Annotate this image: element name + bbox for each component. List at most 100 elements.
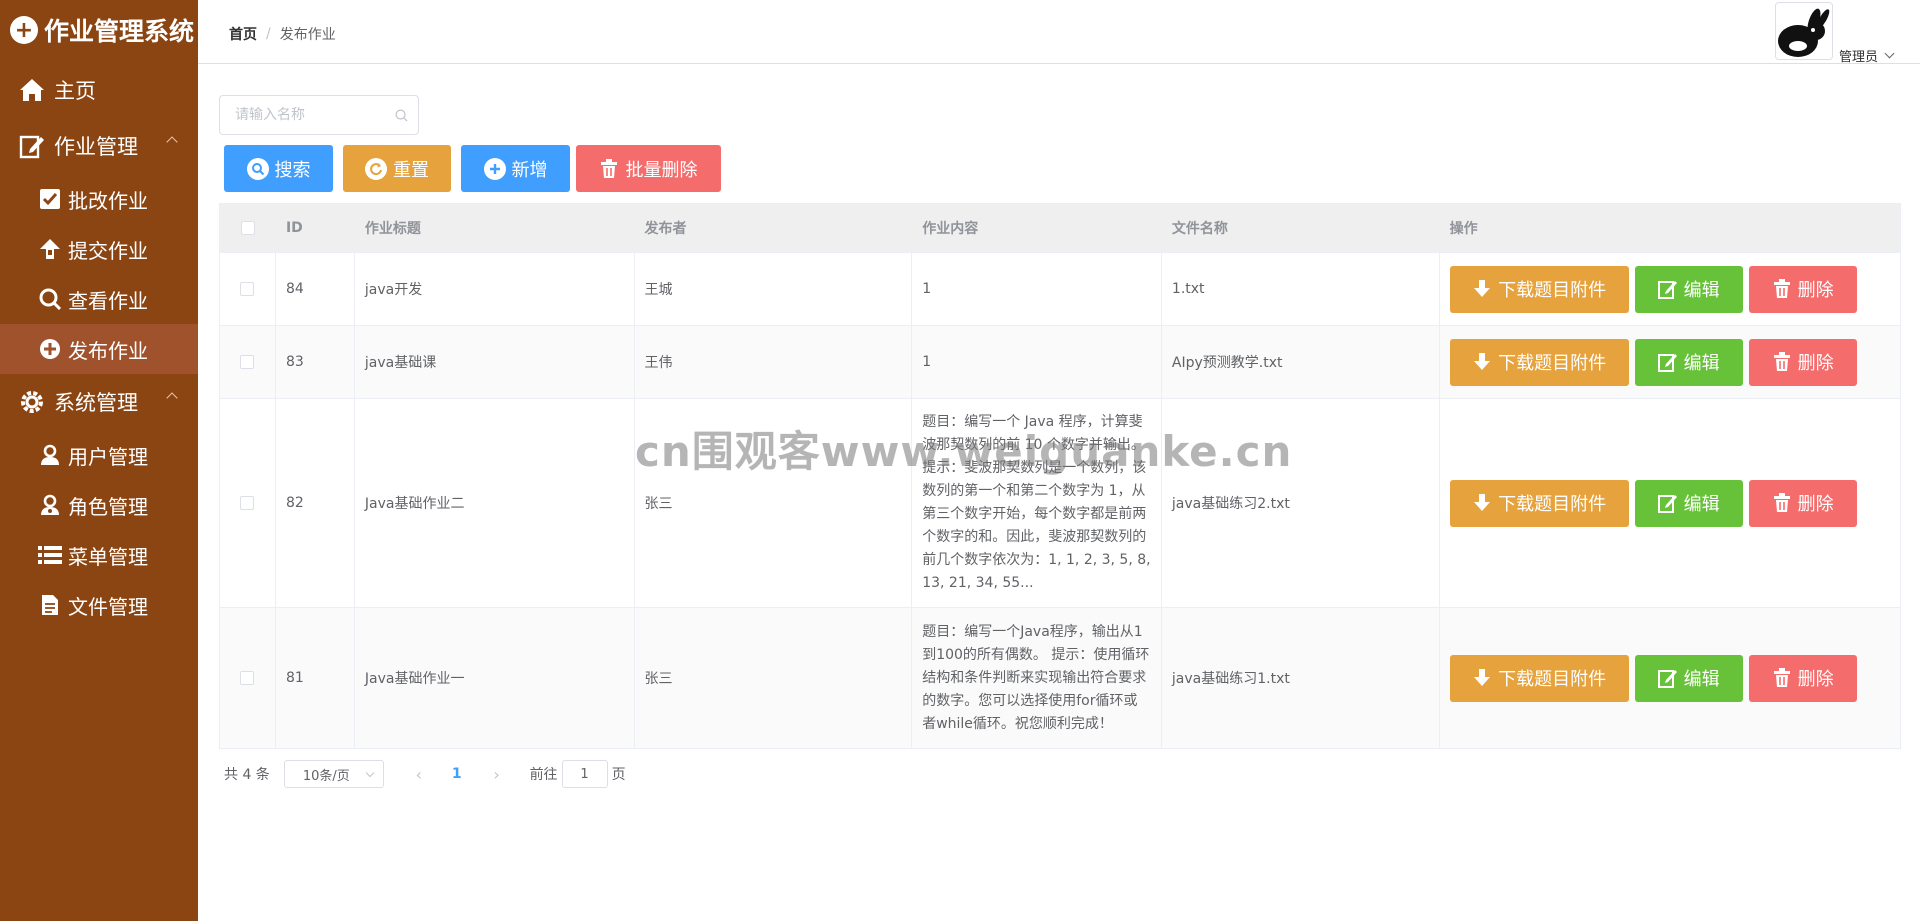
- search-button-label: 搜索: [274, 159, 311, 181]
- edit-button-label: 编辑: [1683, 494, 1720, 515]
- goto-prefix: 前往: [529, 767, 558, 783]
- table-row: 83 java基础课 王伟 1 AIpy预测教学.txt 下载题目附件 编辑 删…: [220, 326, 1900, 399]
- collapse-caret-icon[interactable]: [166, 136, 178, 148]
- sidebar-item-publish-homework[interactable]: 发布作业: [0, 324, 198, 374]
- watermark: cn围观客www.weiguanke.cn: [635, 427, 1293, 476]
- sidebar-item-label: 系统管理: [54, 391, 138, 415]
- search-field[interactable]: [219, 95, 419, 135]
- rabbit-avatar-icon: [1776, 3, 1832, 59]
- cell-file: java基础练习1.txt: [1162, 608, 1440, 748]
- sidebar-item-label: 提交作业: [68, 238, 148, 263]
- download-attachment-button[interactable]: 下载题目附件: [1449, 338, 1629, 386]
- search-button[interactable]: 搜索: [224, 145, 333, 192]
- sidebar-item-menu-management[interactable]: 菜单管理: [0, 530, 198, 580]
- column-header-actions: 操作: [1449, 221, 1478, 237]
- cell-title: Java基础作业一: [355, 608, 635, 748]
- reset-button-label: 重置: [393, 159, 429, 181]
- reset-icon: [365, 157, 387, 180]
- user-icon: [38, 443, 62, 467]
- trash-icon: [1772, 352, 1792, 372]
- avatar[interactable]: [1775, 2, 1833, 60]
- search-icon: [38, 287, 62, 311]
- sidebar-item-file-management[interactable]: 文件管理: [0, 580, 198, 630]
- sidebar-item-label: 用户管理: [68, 444, 148, 469]
- row-checkbox[interactable]: [240, 496, 255, 510]
- reset-button[interactable]: 重置: [343, 145, 451, 192]
- cell-id: 84: [276, 253, 355, 325]
- top-header: 首页 / 发布作业 管理员: [198, 0, 1920, 65]
- sidebar-item-system-management[interactable]: 系统管理: [0, 374, 198, 430]
- download-button-label: 下载题目附件: [1498, 494, 1607, 515]
- table-row: 84 java开发 王城 1 1.txt 下载题目附件 编辑 删除: [220, 253, 1900, 326]
- cell-title: java开发: [355, 253, 635, 325]
- trash-icon: [1772, 668, 1792, 688]
- cell-id: 81: [276, 608, 355, 748]
- cell-actions: 下载题目附件 编辑 删除: [1440, 326, 1900, 398]
- page-size-select[interactable]: 10条/页: [283, 760, 384, 788]
- sidebar-item-grade-homework[interactable]: 批改作业: [0, 174, 198, 224]
- table-row: 81 Java基础作业一 张三 题目：编写一个Java程序，输出从1到100的所…: [220, 608, 1900, 748]
- edit-icon: [1657, 668, 1678, 688]
- edit-button-label: 编辑: [1683, 280, 1720, 301]
- select-all-checkbox[interactable]: [240, 221, 255, 235]
- chevron-down-icon: [1884, 48, 1895, 59]
- download-icon: [1472, 493, 1492, 513]
- edit-icon: [1657, 279, 1678, 299]
- row-checkbox[interactable]: [240, 671, 255, 685]
- sidebar-item-role-management[interactable]: 角色管理: [0, 480, 198, 530]
- prev-page-button[interactable]: ‹: [404, 760, 434, 788]
- delete-button-label: 删除: [1797, 669, 1834, 690]
- download-attachment-button[interactable]: 下载题目附件: [1449, 654, 1629, 702]
- file-icon: [38, 593, 62, 617]
- download-attachment-button[interactable]: 下载题目附件: [1449, 265, 1629, 313]
- search-input[interactable]: [235, 97, 395, 133]
- sidebar-item-label: 角色管理: [68, 494, 148, 519]
- sidebar: + 作业管理系统 主页 作业管理 批改作业 提交作业 查看作业 发布作业 系统管…: [0, 0, 198, 921]
- edit-button[interactable]: 编辑: [1634, 265, 1743, 313]
- sidebar-item-label: 发布作业: [68, 338, 148, 363]
- delete-button[interactable]: 删除: [1748, 479, 1857, 527]
- delete-button[interactable]: 删除: [1748, 338, 1857, 386]
- row-select-cell: [220, 253, 276, 325]
- download-icon: [1472, 279, 1492, 299]
- download-button-label: 下载题目附件: [1498, 353, 1607, 374]
- page-number-current[interactable]: 1: [452, 766, 462, 782]
- sidebar-item-label: 批改作业: [68, 188, 148, 213]
- sidebar-item-submit-homework[interactable]: 提交作业: [0, 224, 198, 274]
- breadcrumb-home[interactable]: 首页: [229, 24, 257, 44]
- download-button-label: 下载题目附件: [1498, 669, 1607, 690]
- cell-actions: 下载题目附件 编辑 删除: [1440, 399, 1900, 607]
- delete-button-label: 删除: [1797, 353, 1834, 374]
- next-page-button[interactable]: ›: [482, 760, 512, 788]
- batch-delete-button[interactable]: 批量删除: [576, 145, 721, 192]
- add-button-label: 新增: [511, 159, 548, 181]
- edit-button[interactable]: 编辑: [1634, 654, 1743, 702]
- sidebar-item-homework-management[interactable]: 作业管理: [0, 118, 198, 174]
- table-header: ID 作业标题 发布者 作业内容 文件名称 操作: [220, 204, 1900, 253]
- app-title: 作业管理系统: [44, 17, 195, 46]
- delete-button[interactable]: 删除: [1748, 265, 1857, 313]
- upload-icon: [38, 237, 62, 261]
- cell-title: Java基础作业二: [355, 399, 635, 607]
- add-circle-icon: [483, 157, 506, 180]
- download-attachment-button[interactable]: 下载题目附件: [1449, 479, 1629, 527]
- column-header-file: 文件名称: [1171, 221, 1228, 237]
- add-button[interactable]: 新增: [461, 145, 570, 192]
- sidebar-item-user-management[interactable]: 用户管理: [0, 430, 198, 480]
- row-checkbox[interactable]: [240, 282, 255, 296]
- user-menu[interactable]: 管理员: [1839, 46, 1895, 65]
- edit-button[interactable]: 编辑: [1634, 338, 1743, 386]
- delete-button[interactable]: 删除: [1748, 654, 1857, 702]
- goto-page-input[interactable]: 1: [561, 760, 608, 788]
- publish-icon: [38, 337, 62, 361]
- edit-icon: [1657, 352, 1678, 372]
- sidebar-item-home[interactable]: 主页: [0, 62, 198, 118]
- header-select-all[interactable]: [220, 204, 276, 252]
- collapse-caret-icon[interactable]: [166, 392, 178, 404]
- sidebar-item-label: 主页: [54, 79, 96, 103]
- sidebar-item-view-homework[interactable]: 查看作业: [0, 274, 198, 324]
- edit-button[interactable]: 编辑: [1634, 479, 1743, 527]
- row-checkbox[interactable]: [240, 355, 255, 369]
- cell-content: 题目：编写一个Java程序，输出从1到100的所有偶数。 提示：使用循环结构和条…: [912, 608, 1162, 748]
- role-icon: [38, 493, 62, 517]
